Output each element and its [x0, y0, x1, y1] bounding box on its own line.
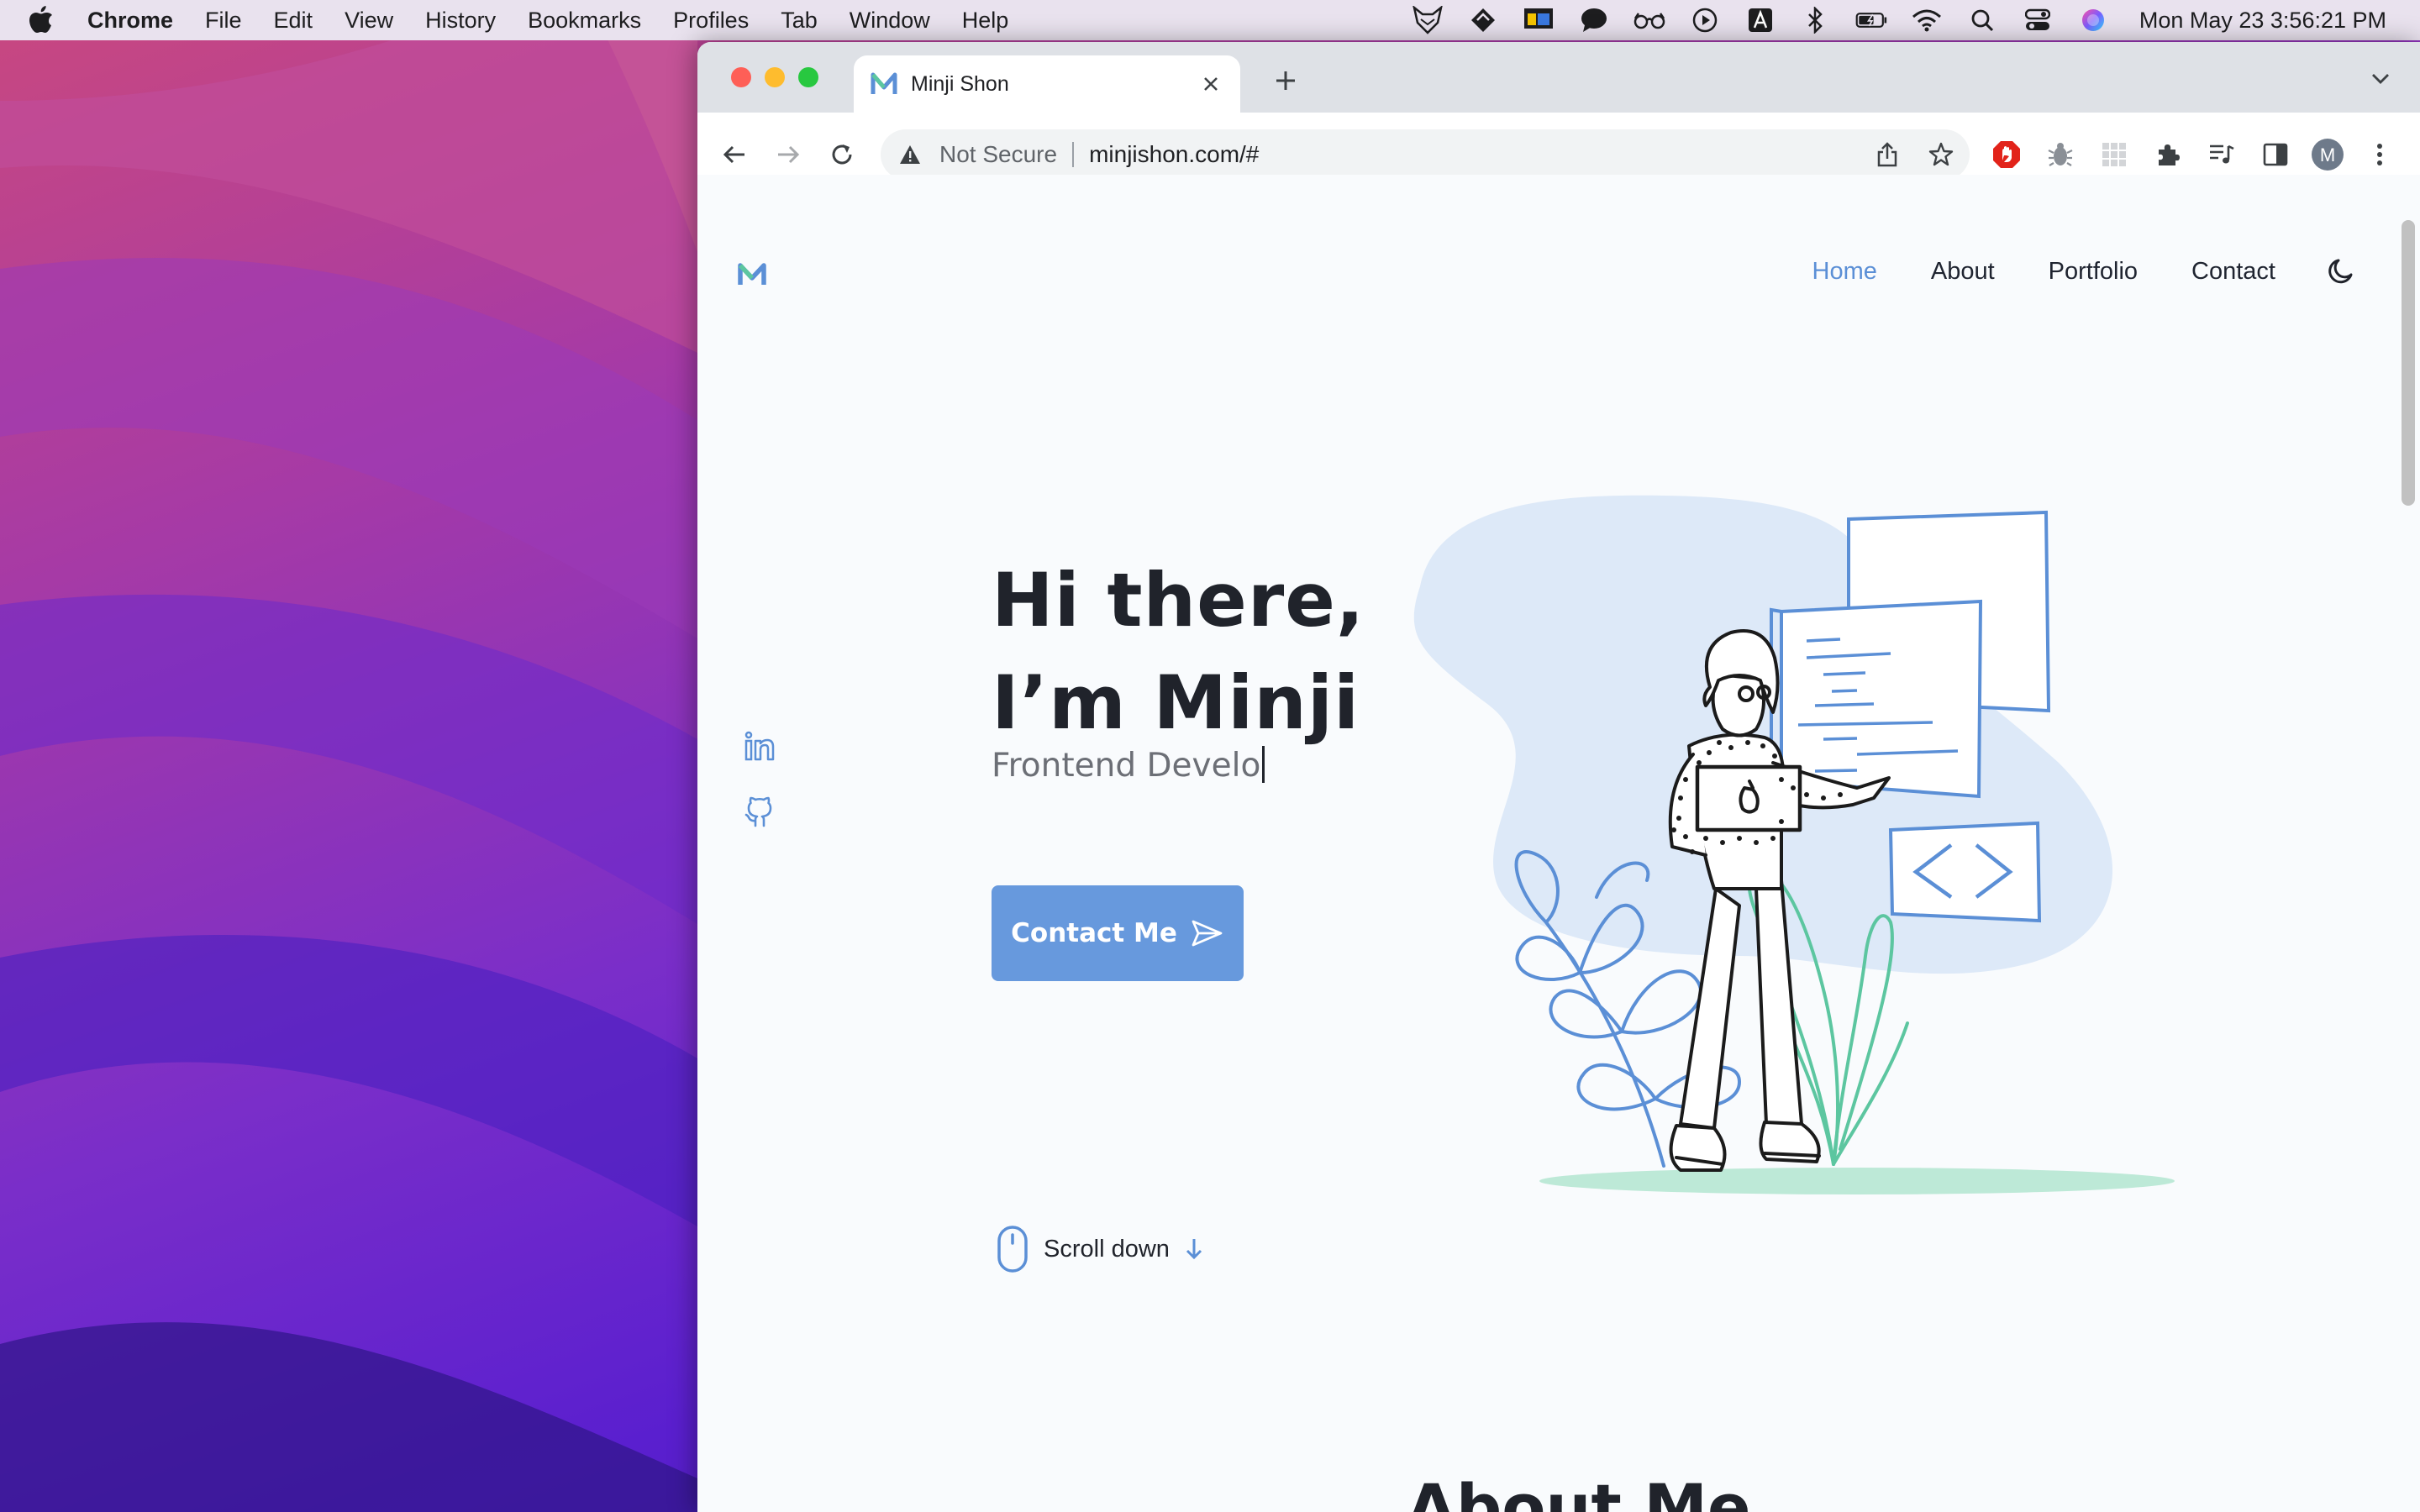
profile-avatar[interactable]: M [2311, 138, 2344, 171]
bookmark-star-icon[interactable] [1928, 141, 1954, 168]
menu-profiles[interactable]: Profiles [673, 8, 749, 34]
adblock-extension-icon[interactable] [1990, 138, 2023, 171]
mouse-icon [997, 1225, 1030, 1273]
scroll-down-link[interactable]: Scroll down [997, 1225, 1208, 1273]
wifi-icon[interactable] [1911, 4, 1943, 36]
about-section-heading: About Me [1407, 1470, 1751, 1512]
menu-bookmarks[interactable]: Bookmarks [528, 8, 641, 34]
nav-home[interactable]: Home [1812, 258, 1877, 286]
chat-bubble-icon[interactable] [1578, 4, 1610, 36]
linkedin-icon[interactable] [743, 729, 776, 763]
nav-contact[interactable]: Contact [2191, 258, 2275, 286]
tab-close-icon[interactable] [1198, 71, 1223, 97]
menu-help[interactable]: Help [962, 8, 1009, 34]
battery-icon[interactable] [1855, 4, 1887, 36]
tab-minji-shon[interactable]: Minji Shon [854, 55, 1240, 113]
menu-history[interactable]: History [425, 8, 496, 34]
dark-mode-moon-icon[interactable] [2326, 255, 2358, 287]
menu-view[interactable]: View [345, 8, 393, 34]
hero-heading: Hi there, I’m Minji [992, 549, 1365, 754]
menu-tab[interactable]: Tab [781, 8, 818, 34]
bluetooth-icon[interactable] [1800, 4, 1832, 36]
menu-edit[interactable]: Edit [274, 8, 313, 34]
zoom-window-button[interactable] [798, 67, 818, 87]
code-brackets-window [1888, 821, 2042, 923]
extensions-puzzle-icon[interactable] [2151, 138, 2185, 171]
share-icon[interactable] [1874, 141, 1901, 168]
hero-heading-line2: I’m Minji [992, 659, 1360, 746]
scroll-down-label: Scroll down [1044, 1235, 1170, 1263]
not-secure-warning-icon[interactable] [899, 142, 924, 167]
fox-icon[interactable] [1412, 4, 1444, 36]
github-icon[interactable] [743, 795, 776, 828]
tab-strip: Minji Shon [697, 42, 2420, 113]
status-area: Mon May 23 3:56:21 PM [1412, 0, 2386, 40]
menu-clock[interactable]: Mon May 23 3:56:21 PM [2139, 8, 2386, 34]
tab-title: Minji Shon [911, 71, 1009, 96]
menu-window[interactable]: Window [850, 8, 930, 34]
control-center-icon[interactable] [2022, 4, 2054, 36]
page-scrollbar[interactable] [2402, 220, 2415, 506]
typing-cursor [1262, 746, 1265, 783]
apple-menu-icon[interactable] [29, 6, 62, 34]
ground-shadow [1539, 1168, 2175, 1194]
spotlight-search-icon[interactable] [1966, 4, 1998, 36]
svg-text:M: M [2320, 144, 2335, 165]
siri-icon[interactable] [2077, 4, 2109, 36]
glasses-icon[interactable] [1634, 4, 1665, 36]
omnibox-separator [1072, 142, 1075, 167]
new-tab-button[interactable] [1269, 64, 1302, 97]
minimize-window-button[interactable] [765, 67, 785, 87]
input-source-icon[interactable] [1744, 4, 1776, 36]
display-app-icon[interactable] [1523, 4, 1555, 36]
web-page: Home About Portfolio Contact Hi there, I… [697, 175, 2420, 1512]
tab-search-chevron-icon[interactable] [2370, 67, 2395, 92]
nav-about[interactable]: About [1931, 258, 1995, 286]
play-circle-icon[interactable] [1689, 4, 1721, 36]
hero-subtitle-text: Frontend Develo [992, 747, 1261, 785]
hero-heading-line1: Hi there, [992, 557, 1365, 643]
close-window-button[interactable] [731, 67, 751, 87]
site-favicon-icon [871, 71, 897, 97]
arrow-down-icon [1183, 1236, 1208, 1262]
contact-me-button[interactable]: Contact Me [992, 885, 1244, 981]
menu-bar: Chrome File Edit View History Bookmarks … [0, 0, 2420, 40]
send-icon [1191, 916, 1224, 950]
grid-extension-icon[interactable] [2097, 138, 2131, 171]
not-secure-label[interactable]: Not Secure [939, 141, 1057, 168]
hero-subtitle: Frontend Develo [992, 746, 1265, 785]
forward-button[interactable] [771, 138, 805, 171]
code-window-front [1770, 599, 1983, 799]
nav-portfolio[interactable]: Portfolio [2049, 258, 2138, 286]
chrome-menu-icon[interactable] [2363, 138, 2396, 171]
back-button[interactable] [718, 138, 751, 171]
address-bar[interactable]: Not Secure minjishon.com/# [881, 129, 1970, 180]
side-panel-icon[interactable] [2259, 138, 2292, 171]
site-logo-icon[interactable] [738, 262, 766, 291]
diamond-app-icon[interactable] [1467, 4, 1499, 36]
contact-me-label: Contact Me [1011, 918, 1177, 948]
site-nav: Home About Portfolio Contact [1812, 255, 2359, 287]
menu-file[interactable]: File [205, 8, 242, 34]
reload-button[interactable] [825, 138, 859, 171]
url-text[interactable]: minjishon.com/# [1089, 141, 1259, 168]
menu-app-name[interactable]: Chrome [87, 8, 173, 34]
browser-window: Minji Shon Not Secure minjishon.com/# M … [697, 42, 2420, 1512]
bug-extension-icon[interactable] [2044, 138, 2077, 171]
media-controls-icon[interactable] [2205, 138, 2238, 171]
hero-illustration [1386, 486, 2227, 1225]
